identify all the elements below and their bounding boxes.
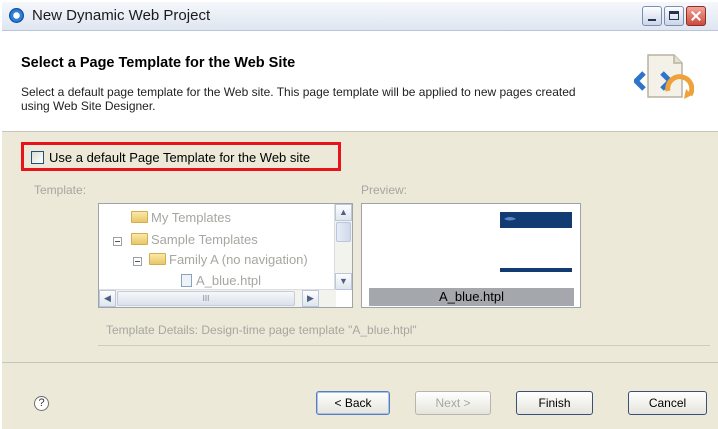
- back-button[interactable]: < Back: [316, 391, 390, 415]
- scroll-right-icon[interactable]: ▶: [302, 290, 319, 307]
- scroll-down-icon[interactable]: ▼: [335, 273, 352, 290]
- use-default-template-label[interactable]: Use a default Page Template for the Web …: [49, 150, 310, 165]
- close-button[interactable]: [686, 6, 706, 26]
- minimize-button[interactable]: [642, 6, 662, 26]
- use-default-template-checkbox[interactable]: [31, 151, 44, 164]
- wizard-banner: Select a Page Template for the Web Site …: [2, 31, 718, 132]
- preview-caption: A_blue.htpl: [369, 288, 574, 306]
- tree-item-my-templates[interactable]: My Templates: [131, 210, 231, 225]
- tree-item-sample-templates[interactable]: Sample Templates: [131, 232, 258, 247]
- template-details: Template Details: Design-time page templ…: [106, 323, 417, 337]
- template-file-icon: [181, 274, 192, 287]
- details-divider: [98, 345, 710, 346]
- folder-icon: [131, 211, 148, 223]
- template-tree[interactable]: My Templates Sample Templates Family A (…: [98, 203, 353, 308]
- scroll-up-icon[interactable]: ▲: [335, 204, 352, 221]
- footer-divider: [2, 362, 718, 363]
- tree-item-label: My Templates: [151, 210, 231, 225]
- collapse-icon[interactable]: [113, 237, 122, 246]
- tree-item-family-a[interactable]: Family A (no navigation): [149, 252, 308, 267]
- template-preview: A_blue.htpl: [361, 203, 581, 308]
- page-description: Select a default page template for the W…: [21, 85, 576, 113]
- page-title: Select a Page Template for the Web Site: [21, 55, 296, 71]
- maximize-button[interactable]: [664, 6, 684, 26]
- next-button[interactable]: Next >: [415, 391, 491, 415]
- cancel-button[interactable]: Cancel: [628, 391, 707, 415]
- scroll-left-icon[interactable]: ◀: [99, 290, 116, 307]
- finish-button[interactable]: Finish: [516, 391, 593, 415]
- scroll-thumb[interactable]: [336, 222, 351, 242]
- folder-icon: [131, 233, 148, 245]
- eclipse-app-icon: [9, 8, 24, 23]
- help-icon[interactable]: ?: [34, 396, 49, 411]
- scroll-thumb-grip[interactable]: III: [117, 291, 295, 306]
- preview-label: Preview:: [361, 183, 408, 197]
- new-dynamic-web-project-dialog: New Dynamic Web Project Select a Page Te…: [2, 2, 718, 429]
- tree-item-label: Sample Templates: [151, 232, 258, 247]
- folder-icon: [149, 253, 166, 265]
- web-page-wizard-icon: [634, 54, 694, 99]
- title-bar[interactable]: New Dynamic Web Project: [2, 2, 718, 31]
- tree-vertical-scrollbar[interactable]: ▲ ▼: [334, 204, 352, 290]
- collapse-icon[interactable]: [133, 257, 142, 266]
- tree-item-a-blue[interactable]: A_blue.htpl: [181, 273, 261, 288]
- tree-item-label: Family A (no navigation): [169, 252, 308, 267]
- template-label: Template:: [34, 183, 87, 197]
- template-thumbnail-image: [500, 212, 572, 278]
- window-title: New Dynamic Web Project: [32, 7, 211, 24]
- tree-item-label: A_blue.htpl: [196, 273, 262, 288]
- tree-horizontal-scrollbar[interactable]: ◀ III ▶: [99, 289, 336, 307]
